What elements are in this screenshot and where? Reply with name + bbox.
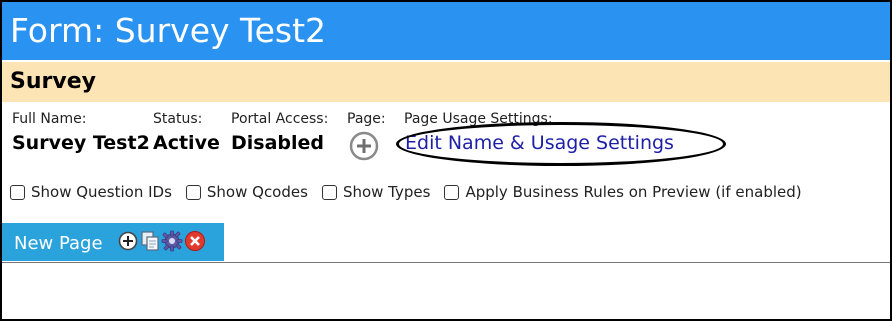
divider	[2, 262, 890, 263]
portal-access-label: Portal Access:	[231, 111, 329, 127]
option-show-types[interactable]: Show Types	[321, 183, 431, 201]
status-value: Active	[153, 132, 220, 154]
page-field: Page:	[347, 110, 386, 128]
copy-icon	[141, 231, 159, 251]
form-window: Form: Survey Test2 Survey Full Name: Sur…	[0, 0, 892, 321]
full-name-label: Full Name:	[12, 111, 87, 127]
copy-page-button[interactable]	[140, 230, 160, 252]
status-field: Status: Active	[153, 110, 220, 154]
page-tab-actions	[118, 230, 206, 252]
page-tab-label: New Page	[14, 233, 103, 254]
option-show-qcodes[interactable]: Show Qcodes	[185, 183, 308, 201]
show-qcodes-checkbox[interactable]	[185, 184, 201, 200]
page-label: Page:	[347, 111, 386, 127]
apply-business-rules-label: Apply Business Rules on Preview (if enab…	[465, 183, 802, 201]
page-tab-new-page[interactable]: New Page	[2, 223, 224, 261]
usage-label: Page Usage Settings:	[404, 111, 553, 127]
show-question-ids-checkbox[interactable]	[10, 184, 25, 200]
usage-field: Page Usage Settings:	[404, 110, 553, 128]
settings-icon	[161, 230, 183, 252]
portal-access-value: Disabled	[231, 132, 325, 154]
full-name-field: Full Name: Survey Test2	[12, 110, 150, 154]
show-qcodes-label: Show Qcodes	[206, 183, 308, 201]
portal-access-field: Portal Access: Disabled	[231, 110, 328, 154]
page-title: Form: Survey Test2	[2, 2, 890, 60]
apply-business-rules-checkbox[interactable]	[444, 184, 460, 200]
add-question-button[interactable]	[118, 231, 138, 251]
edit-usage-settings-link[interactable]: Edit Name & Usage Settings	[405, 132, 674, 154]
full-name-value: Survey Test2	[12, 132, 150, 154]
plus-circle-icon	[349, 131, 379, 161]
show-types-label: Show Types	[342, 183, 431, 201]
add-page-button[interactable]	[349, 131, 379, 161]
display-options: Show Question IDs Show Qcodes Show Types…	[10, 183, 816, 201]
option-apply-business-rules[interactable]: Apply Business Rules on Preview (if enab…	[444, 183, 802, 201]
show-types-checkbox[interactable]	[321, 184, 337, 200]
option-show-question-ids[interactable]: Show Question IDs	[10, 183, 172, 201]
show-question-ids-label: Show Question IDs	[31, 183, 172, 201]
delete-page-button[interactable]	[184, 230, 206, 252]
add-icon	[118, 231, 138, 251]
page-settings-button[interactable]	[161, 230, 183, 252]
section-title: Survey	[2, 62, 890, 102]
status-label: Status:	[153, 111, 203, 127]
delete-icon	[185, 231, 205, 251]
